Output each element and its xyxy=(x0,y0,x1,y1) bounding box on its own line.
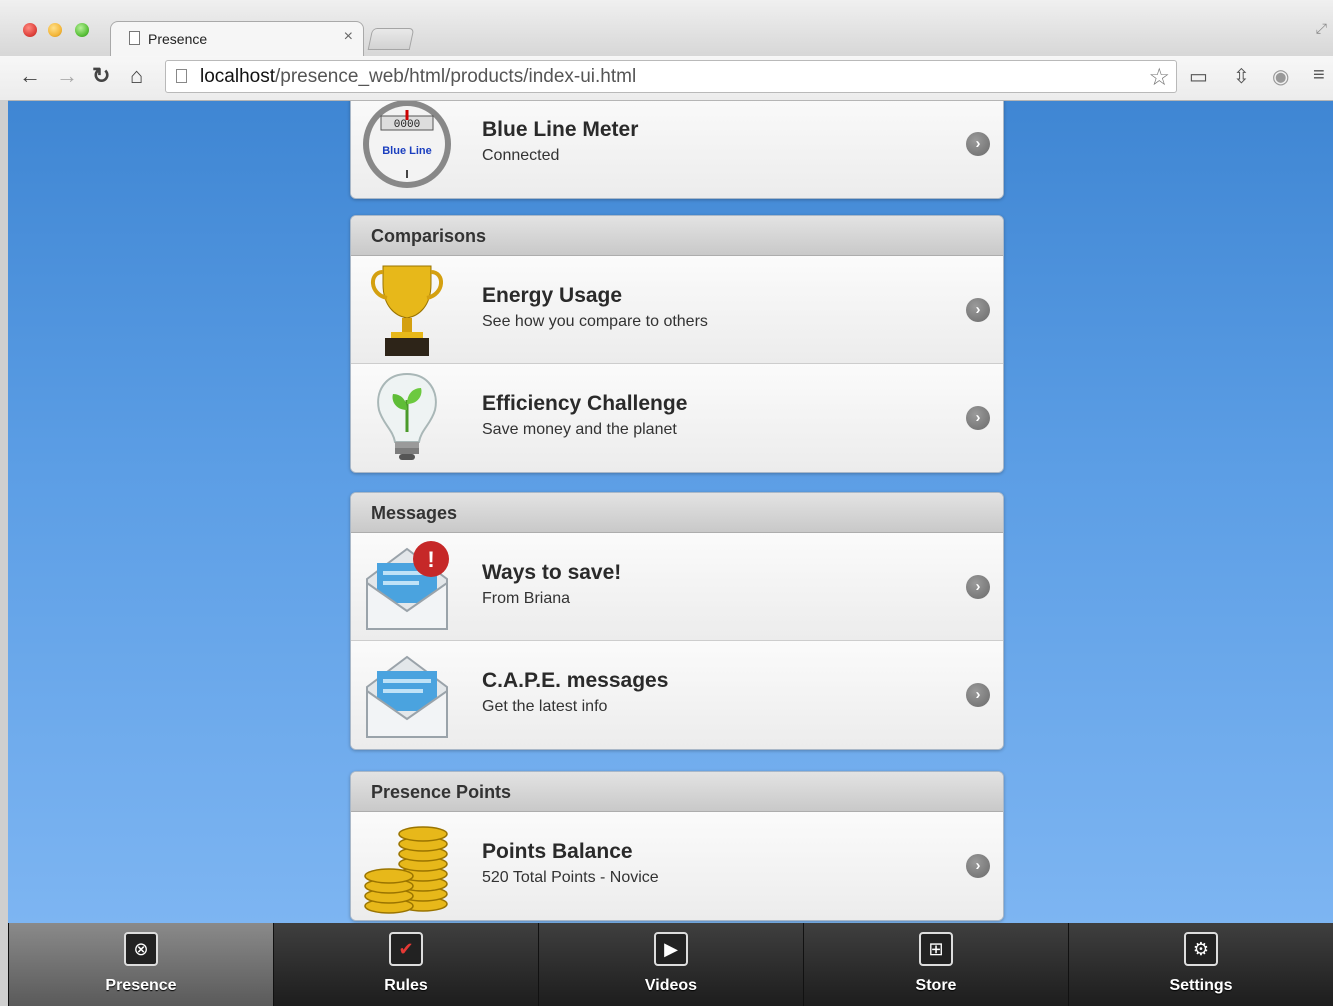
svg-text:0000: 0000 xyxy=(394,119,420,131)
envelope-alert-icon: ! xyxy=(366,541,449,630)
home-icon[interactable]: ⌂ xyxy=(130,64,143,88)
section-header: Comparisons xyxy=(351,216,1003,256)
new-tab-button[interactable] xyxy=(367,28,415,50)
trophy-icon xyxy=(371,265,443,356)
bottom-tab-bar: ⊗ Presence ✔ Rules ▶ Videos ⊞ Store ⚙ Se… xyxy=(8,923,1333,1006)
row-title: Blue Line Meter xyxy=(482,118,639,141)
extension-icon[interactable]: ◉ xyxy=(1272,64,1289,89)
page-viewport[interactable]: 0000 Blue Line Blue Line Meter Connected… xyxy=(8,101,1333,923)
tab-close-icon[interactable]: × xyxy=(344,28,353,46)
section-header: Presence Points xyxy=(351,772,1003,812)
chevron-right-icon: › xyxy=(966,406,990,430)
forward-icon[interactable]: → xyxy=(56,64,78,88)
chevron-right-icon: › xyxy=(966,683,990,707)
meter-card: 0000 Blue Line Blue Line Meter Connected… xyxy=(350,101,1004,199)
play-icon: ▶ xyxy=(654,932,688,966)
back-icon[interactable]: ← xyxy=(19,64,41,88)
comparisons-card: Comparisons Energy Usage See how you com… xyxy=(350,215,1004,473)
bookmark-star-icon[interactable]: ☆ xyxy=(1148,63,1170,92)
window-edge xyxy=(0,100,8,1006)
tab-label: Rules xyxy=(384,977,428,994)
row-subtitle: Get the latest info xyxy=(482,698,608,715)
list-item-efficiency-challenge[interactable]: Efficiency Challenge Save money and the … xyxy=(351,364,1003,472)
menu-icon[interactable]: ≡ xyxy=(1313,64,1325,87)
tab-label: Presence xyxy=(105,977,177,994)
gears-icon: ⚙ xyxy=(1184,932,1218,966)
cart-icon: ⊞ xyxy=(919,932,953,966)
row-subtitle: Save money and the planet xyxy=(482,421,677,438)
row-title: Energy Usage xyxy=(482,284,623,307)
row-subtitle: 520 Total Points - Novice xyxy=(482,869,659,886)
chevron-right-icon: › xyxy=(966,575,990,599)
address-bar[interactable]: localhost/presence_web/html/products/ind… xyxy=(165,60,1177,93)
envelope-open-icon xyxy=(366,655,448,738)
fullscreen-icon[interactable]: ⤢ xyxy=(1316,20,1327,37)
checkmark-icon: ✔ xyxy=(389,932,423,966)
browser-toolbar: ← → ↻ ⌂ localhost/presence_web/html/prod… xyxy=(0,56,1333,101)
page-icon xyxy=(176,69,187,83)
section-header: Messages xyxy=(351,493,1003,533)
tab-rules[interactable]: ✔ Rules xyxy=(273,923,538,1006)
svg-text:Blue Line: Blue Line xyxy=(382,145,432,157)
messages-card: Messages ! Ways to save! From Briana › C… xyxy=(350,492,1004,750)
list-item-ways-to-save[interactable]: ! Ways to save! From Briana › xyxy=(351,533,1003,641)
url-text: localhost/presence_web/html/products/ind… xyxy=(200,66,637,87)
row-subtitle: From Briana xyxy=(482,590,571,607)
tab-videos[interactable]: ▶ Videos xyxy=(538,923,803,1006)
chevron-right-icon: › xyxy=(966,854,990,878)
svg-text:!: ! xyxy=(427,547,434,572)
list-item-cape-messages[interactable]: C.A.P.E. messages Get the latest info › xyxy=(351,641,1003,749)
reload-icon[interactable]: ↻ xyxy=(92,64,110,88)
chevron-right-icon: › xyxy=(966,298,990,322)
coins-icon xyxy=(364,826,448,914)
close-window-button[interactable] xyxy=(23,23,37,37)
row-title: Points Balance xyxy=(482,840,633,863)
tab-label: Settings xyxy=(1169,977,1233,994)
tab-title: Presence xyxy=(148,31,208,47)
lightbulb-plant-icon xyxy=(377,372,437,460)
chevron-right-icon: › xyxy=(966,132,990,156)
minimize-window-button[interactable] xyxy=(48,23,62,37)
cast-icon[interactable]: ▭ xyxy=(1189,64,1208,89)
meter-gauge-icon: 0000 Blue Line xyxy=(363,101,451,188)
tab-label: Videos xyxy=(644,977,698,994)
tab-label: Store xyxy=(915,977,957,994)
row-title: Efficiency Challenge xyxy=(482,392,688,415)
row-title: C.A.P.E. messages xyxy=(482,669,669,692)
extension-icon[interactable]: ⇳ xyxy=(1233,64,1250,89)
browser-tab[interactable]: Presence × xyxy=(110,21,364,56)
row-subtitle: Connected xyxy=(482,147,560,164)
tab-presence[interactable]: ⊗ Presence xyxy=(8,923,273,1006)
page-icon xyxy=(129,31,140,45)
row-title: Ways to save! xyxy=(482,561,622,584)
row-subtitle: See how you compare to others xyxy=(482,313,708,330)
list-item-blue-line-meter[interactable]: 0000 Blue Line Blue Line Meter Connected… xyxy=(351,101,1003,198)
tab-settings[interactable]: ⚙ Settings xyxy=(1068,923,1333,1006)
presence-icon: ⊗ xyxy=(124,932,158,966)
points-card: Presence Points Points Balance 520 Total… xyxy=(350,771,1004,921)
list-item-energy-usage[interactable]: Energy Usage See how you compare to othe… xyxy=(351,256,1003,364)
list-item-points-balance[interactable]: Points Balance 520 Total Points - Novice… xyxy=(351,812,1003,920)
zoom-window-button[interactable] xyxy=(75,23,89,37)
browser-tabstrip: Presence × ⤢ xyxy=(0,0,1333,56)
tab-store[interactable]: ⊞ Store xyxy=(803,923,1068,1006)
